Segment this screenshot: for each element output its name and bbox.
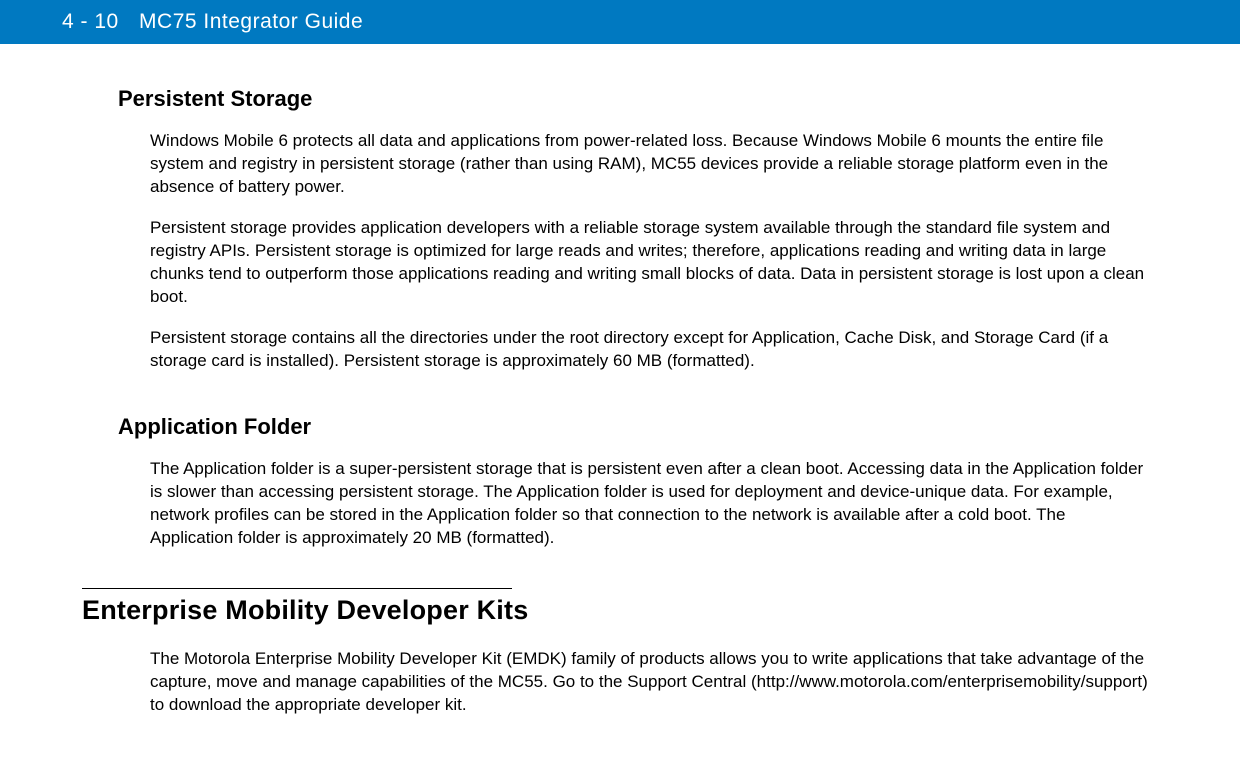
heading-enterprise-mobility-developer-kits: Enterprise Mobility Developer Kits (82, 595, 1150, 626)
paragraph: Windows Mobile 6 protects all data and a… (150, 130, 1150, 199)
section-divider (82, 588, 512, 589)
heading-application-folder: Application Folder (118, 414, 1150, 440)
paragraph: The Application folder is a super-persis… (150, 458, 1150, 550)
page-header: 4 - 10 MC75 Integrator Guide (0, 0, 1240, 44)
paragraph: Persistent storage contains all the dire… (150, 327, 1150, 373)
paragraph: Persistent storage provides application … (150, 217, 1150, 309)
page-content: Persistent Storage Windows Mobile 6 prot… (0, 86, 1240, 717)
paragraph: The Motorola Enterprise Mobility Develop… (150, 648, 1150, 717)
document-title: MC75 Integrator Guide (139, 10, 363, 33)
page-number: 4 - 10 (62, 10, 119, 33)
heading-persistent-storage: Persistent Storage (118, 86, 1150, 112)
